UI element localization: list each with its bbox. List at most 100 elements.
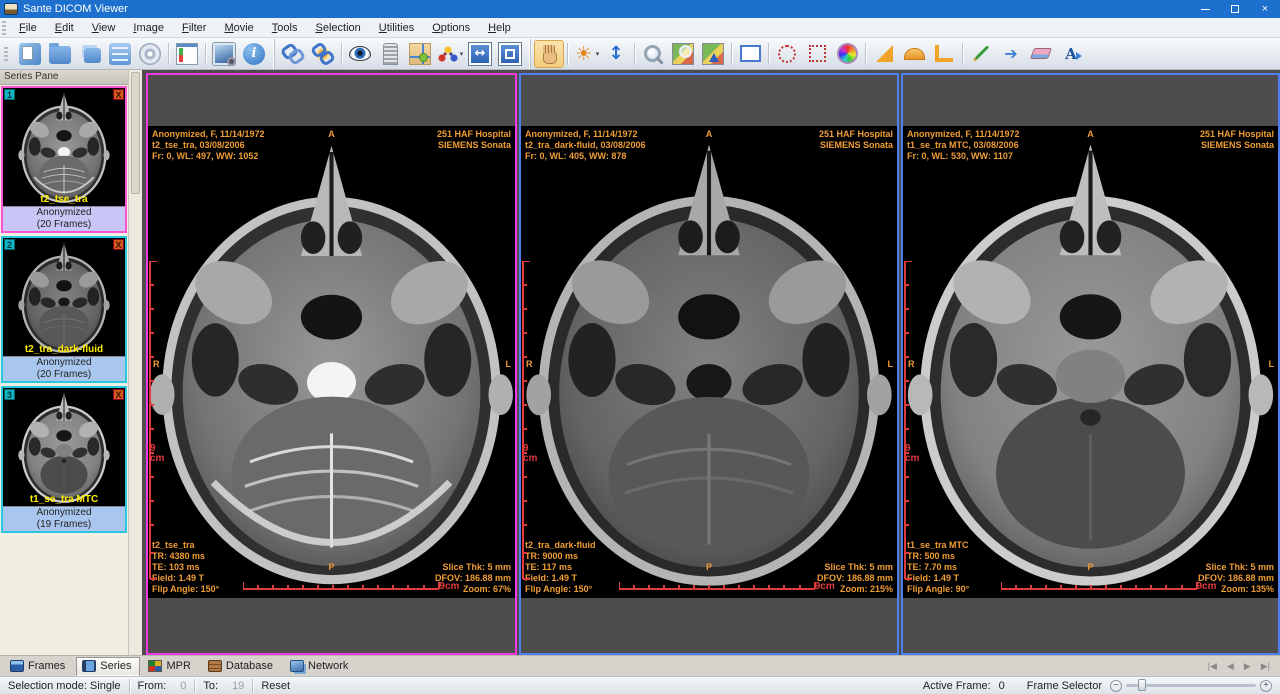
monitor-export-button[interactable] (209, 40, 239, 68)
unlink-series-button[interactable] (308, 40, 338, 68)
tab-database[interactable]: Database (202, 657, 282, 676)
scroll-frames-button[interactable] (601, 40, 631, 68)
dropdown-arrow-icon[interactable]: ▾ (596, 50, 600, 58)
ellipse-select-button[interactable] (772, 40, 802, 68)
series-pane: Series Pane 1 X t2_tse_tra Anonymized (2… (0, 70, 128, 655)
fit-to-window-icon (469, 43, 491, 65)
next-frame-icon[interactable]: ▶ (1244, 661, 1251, 672)
overlay-line: Flip Angle: 90° (907, 584, 969, 595)
menu-options[interactable]: Options (423, 20, 479, 36)
series-thumbnail-1[interactable]: 1 X t2_tse_tra Anonymized (20 Frames) (1, 86, 127, 233)
series-thumbnail-2[interactable]: 2 X t2_tra_dark-fluid Anonymized (20 Fra… (1, 236, 127, 383)
series-pane-scrollbar[interactable] (128, 70, 142, 655)
window-level-stack-button[interactable] (375, 40, 405, 68)
menu-selection[interactable]: Selection (306, 20, 369, 36)
magnifier-button[interactable] (638, 40, 668, 68)
rect-select-button[interactable] (735, 40, 765, 68)
polygon-select-button[interactable] (802, 40, 832, 68)
overlay-sequence-params: t2_tra_dark-fluidTR: 9000 msTE: 117 msFi… (525, 540, 596, 595)
eraser-button[interactable] (1026, 40, 1056, 68)
full-screen-button[interactable] (495, 40, 525, 68)
dropdown-arrow-icon[interactable]: ▾ (460, 50, 464, 58)
palette-button[interactable] (832, 40, 862, 68)
info-button[interactable] (239, 40, 269, 68)
menu-file[interactable]: File (10, 20, 46, 36)
arrow-draw-button[interactable] (996, 40, 1026, 68)
series-close-icon[interactable]: X (113, 389, 124, 400)
monitor-export-icon (213, 43, 235, 65)
tab-mpr[interactable]: MPR (142, 657, 199, 676)
scroll-frames-icon (605, 43, 627, 65)
open-folder-button[interactable] (45, 40, 75, 68)
series-thumbnail-3[interactable]: 3 X t1_se_tra MTC Anonymized (19 Frames) (1, 386, 127, 533)
protractor-button[interactable] (899, 40, 929, 68)
series-number-badge: 1 (4, 89, 15, 100)
layout-crosshair-button[interactable] (405, 40, 435, 68)
orientation-anterior: A (706, 129, 713, 139)
slider-minus-button[interactable]: − (1110, 680, 1122, 692)
overlay-sequence-params: t1_se_tra MTCTR: 500 msTE: 7.70 msField:… (907, 540, 969, 595)
properties-window-button[interactable] (172, 40, 202, 68)
series-number-badge: 2 (4, 239, 15, 250)
orientation-left-side: L (506, 359, 512, 369)
close-icon: × (1262, 3, 1268, 15)
open-series-button[interactable] (75, 40, 105, 68)
line-draw-button[interactable] (966, 40, 996, 68)
series-close-icon[interactable]: X (113, 239, 124, 250)
menu-movie[interactable]: Movie (215, 20, 262, 36)
open-cd-button[interactable] (135, 40, 165, 68)
last-frame-icon[interactable]: ▶| (1261, 661, 1270, 672)
tab-frames[interactable]: Frames (4, 657, 74, 676)
triangle-ruler-button[interactable] (869, 40, 899, 68)
slider-track[interactable] (1126, 684, 1256, 687)
text-annotation-button[interactable] (1056, 40, 1086, 68)
vertical-ruler-label: 9 cm (905, 444, 919, 464)
tab-series[interactable]: Series (76, 657, 140, 676)
overlay-line: Fr: 0, WL: 405, WW: 878 (525, 151, 646, 162)
overlay-line: t2_tse_tra, 03/08/2006 (152, 140, 265, 151)
menu-utilities[interactable]: Utilities (370, 20, 423, 36)
minimize-button[interactable] (1190, 0, 1220, 18)
toolbar-separator (205, 43, 206, 65)
open-file-button[interactable] (15, 40, 45, 68)
reset-button[interactable]: Reset (261, 680, 290, 692)
orientation-left-side: L (888, 359, 894, 369)
menu-tools[interactable]: Tools (263, 20, 307, 36)
slider-plus-button[interactable]: + (1260, 680, 1272, 692)
viewport-2[interactable]: Anonymized, F, 11/14/1972t2_tra_dark-flu… (519, 73, 899, 655)
series-thumbnail-image: 3 X t1_se_tra MTC (3, 388, 125, 506)
link-series-button[interactable] (278, 40, 308, 68)
series-thumbnail-image: 1 X t2_tse_tra (3, 88, 125, 206)
restore-button[interactable] (1220, 0, 1250, 18)
media-player-button[interactable] (105, 40, 135, 68)
menu-image[interactable]: Image (124, 20, 173, 36)
menu-filter[interactable]: Filter (173, 20, 215, 36)
overlay-line: Fr: 0, WL: 497, WW: 1052 (152, 151, 265, 162)
viewport-3[interactable]: Anonymized, F, 11/14/1972t1_se_tra MTC, … (901, 73, 1280, 655)
close-button[interactable]: × (1250, 0, 1280, 18)
menu-view[interactable]: View (83, 20, 125, 36)
pan-hand-button[interactable] (534, 40, 564, 68)
viewport-1[interactable]: Anonymized, F, 11/14/1972t2_tse_tra, 03/… (146, 73, 517, 655)
menu-grip (2, 21, 6, 35)
vertical-scale-ruler (149, 261, 158, 580)
menu-help[interactable]: Help (479, 20, 520, 36)
properties-window-icon (176, 43, 198, 65)
overlay-line: t2_tra_dark-fluid, 03/08/2006 (525, 140, 646, 151)
brightness-button[interactable]: ▾ (571, 40, 601, 68)
prev-frame-icon[interactable]: ◀ (1227, 661, 1234, 672)
angle-ruler-button[interactable] (929, 40, 959, 68)
menu-edit[interactable]: Edit (46, 20, 83, 36)
window-title: Sante DICOM Viewer (23, 3, 1190, 15)
tab-network[interactable]: Network (284, 657, 357, 676)
series-close-icon[interactable]: X (113, 89, 124, 100)
series-sync-button[interactable]: ▾ (435, 40, 465, 68)
zoom-image-button[interactable] (668, 40, 698, 68)
first-frame-icon[interactable]: |◀ (1208, 661, 1217, 672)
eye-button[interactable] (345, 40, 375, 68)
toolbar-separator (341, 43, 342, 65)
series-label: t2_tra_dark-fluid (3, 344, 125, 355)
slider-thumb[interactable] (1138, 679, 1146, 691)
zoom-original-button[interactable] (698, 40, 728, 68)
fit-to-window-button[interactable] (465, 40, 495, 68)
